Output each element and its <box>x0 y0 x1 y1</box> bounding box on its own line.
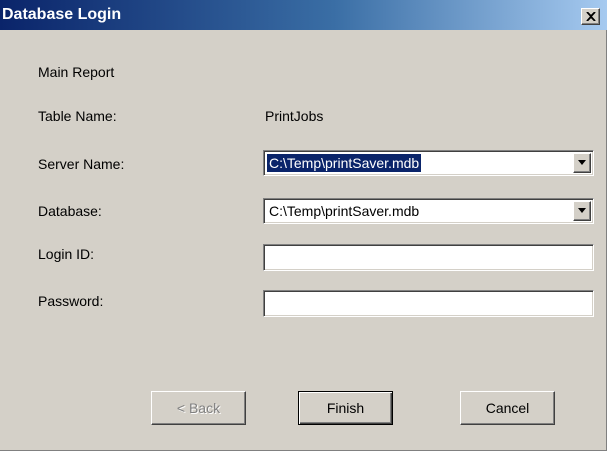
database-login-dialog: Database Login Main Report Table Name: P… <box>0 0 607 451</box>
password-input[interactable] <box>263 290 594 317</box>
window-title: Database Login <box>2 6 122 23</box>
server-name-label: Server Name: <box>38 156 125 172</box>
chevron-down-icon <box>578 208 586 213</box>
back-button[interactable]: < Back <box>151 391 246 425</box>
cancel-button[interactable]: Cancel <box>460 391 555 425</box>
database-dropdown-button[interactable] <box>573 201 591 221</box>
database-value: C:\Temp\printSaver.mdb <box>269 203 420 219</box>
database-combobox[interactable]: C:\Temp\printSaver.mdb <box>263 198 594 224</box>
close-icon <box>586 12 596 21</box>
server-name-dropdown-button[interactable] <box>573 153 591 173</box>
title-bar[interactable]: Database Login <box>0 0 607 30</box>
login-id-label: Login ID: <box>38 246 95 262</box>
table-name-value: PrintJobs <box>265 108 324 124</box>
finish-button[interactable]: Finish <box>298 391 393 425</box>
chevron-down-icon <box>578 160 586 165</box>
table-name-label: Table Name: <box>38 108 117 124</box>
server-name-combobox[interactable]: C:\Temp\printSaver.mdb <box>263 150 594 176</box>
server-name-value: C:\Temp\printSaver.mdb <box>267 154 422 172</box>
login-id-input[interactable] <box>263 244 594 271</box>
password-label: Password: <box>38 293 104 309</box>
close-button[interactable] <box>581 8 600 25</box>
report-name-label: Main Report <box>38 64 115 80</box>
database-label: Database: <box>38 203 102 219</box>
